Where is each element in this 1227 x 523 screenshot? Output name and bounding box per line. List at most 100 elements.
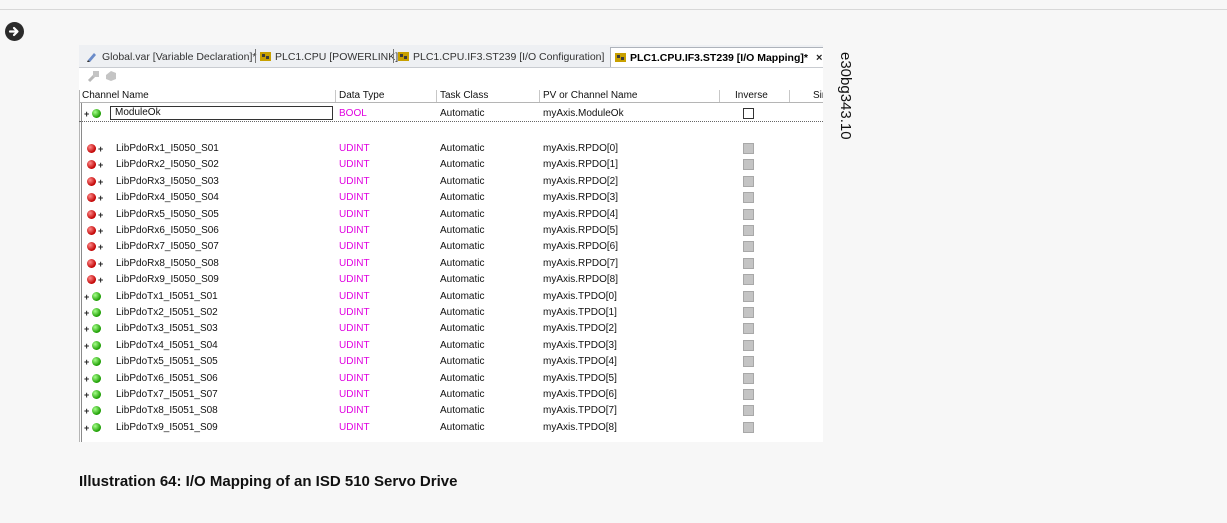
task-class-cell[interactable]: Automatic [440,143,484,154]
task-class-cell[interactable]: Automatic [440,209,484,220]
task-class-cell[interactable]: Automatic [440,323,484,334]
output-arrow-icon: + [84,357,90,368]
pv-cell[interactable]: myAxis.TPDO[6] [543,389,617,400]
output-led-icon [92,324,101,334]
pv-cell[interactable]: myAxis.TPDO[0] [543,291,617,302]
table-row[interactable]: + LibPdoRx4_I5050_S04 UDINT Automatic myAxis… [79,190,823,206]
pv-cell[interactable]: myAxis.TPDO[2] [543,323,617,334]
table-row[interactable]: + LibPdoRx3_I5050_S03 UDINT Automatic myAxis… [79,174,823,190]
inverse-checkbox[interactable] [743,108,754,119]
input-led-icon [87,242,96,252]
task-class-cell[interactable]: Automatic [440,389,484,400]
inverse-checkbox [743,225,754,236]
close-icon[interactable]: × [816,52,822,64]
table-row[interactable]: + LibPdoTx1_I5051_S01 UDINT Automatic myAxis… [79,289,823,305]
pv-cell[interactable]: myAxis.RPDO[1] [543,159,618,170]
pv-cell[interactable]: myAxis.RPDO[6] [543,241,618,252]
output-led-icon [92,308,101,317]
table-row-module-ok[interactable]: + ModuleOk BOOL Automatic myAxis.ModuleO… [79,106,823,122]
output-arrow-icon: + [84,291,90,302]
column-header-pv-or-channel-name[interactable]: PV or Channel Name [543,90,638,101]
pv-cell[interactable]: myAxis.RPDO[2] [543,176,618,187]
table-row[interactable]: + LibPdoRx8_I5050_S08 UDINT Automatic myAxis… [79,256,823,272]
tab-io-configuration[interactable]: PLC1.CPU.IF3.ST239 [I/O Configuration] [398,48,604,65]
pv-cell[interactable]: myAxis.TPDO[8] [543,422,617,433]
task-class-cell[interactable]: Automatic [440,159,484,170]
input-arrow-icon: + [98,144,104,154]
inverse-checkbox [743,307,754,318]
input-led-icon [87,144,96,153]
table-row[interactable]: + LibPdoRx1_I5050_S01 UDINT Automatic myAxis… [79,141,823,157]
figure-caption: Illustration 64: I/O Mapping of an ISD 5… [79,473,458,490]
task-class-cell[interactable]: Automatic [440,225,484,236]
table-row[interactable]: + LibPdoTx8_I5051_S08 UDINT Automatic myAxis… [79,403,823,419]
pv-cell[interactable]: myAxis.RPDO[3] [543,192,618,203]
pv-cell[interactable]: myAxis.TPDO[7] [543,405,617,416]
channel-name-cell: LibPdoTx6_I5051_S06 [116,372,218,384]
pv-cell[interactable]: myAxis.ModuleOk [543,108,624,119]
channel-name-cell: LibPdoTx9_I5051_S09 [116,421,218,433]
channel-name-edit-field[interactable]: ModuleOk [110,106,333,120]
table-row[interactable]: + LibPdoRx9_I5050_S09 UDINT Automatic myAxis… [79,272,823,288]
inverse-checkbox [743,389,754,400]
pv-cell[interactable]: myAxis.RPDO[7] [543,258,618,269]
column-header-task-class[interactable]: Task Class [440,90,488,101]
table-row[interactable]: + LibPdoTx9_I5051_S09 UDINT Automatic myAxis… [79,420,823,436]
pv-cell[interactable]: myAxis.RPDO[4] [543,209,618,220]
task-class-cell[interactable]: Automatic [440,241,484,252]
task-class-cell[interactable]: Automatic [440,192,484,203]
pv-cell[interactable]: myAxis.RPDO[5] [543,225,618,236]
column-header-simulate[interactable]: Sir [813,90,823,101]
input-led-icon [87,209,96,219]
tab-plc1-cpu-powerlink[interactable]: PLC1.CPU [POWERLINK] [260,48,398,65]
task-class-cell[interactable]: Automatic [440,422,484,433]
pv-cell[interactable]: myAxis.TPDO[4] [543,356,617,367]
pv-cell[interactable]: myAxis.RPDO[0] [543,143,618,154]
pv-cell[interactable]: myAxis.TPDO[1] [543,307,617,318]
pv-cell[interactable]: myAxis.TPDO[3] [543,340,617,351]
inverse-checkbox [743,143,754,154]
column-header-inverse[interactable]: Inverse [735,90,768,101]
table-row[interactable]: + LibPdoTx6_I5051_S06 UDINT Automatic myAxis… [79,371,823,387]
task-class-cell[interactable]: Automatic [440,258,484,269]
table-row[interactable]: + LibPdoTx2_I5051_S02 UDINT Automatic myAxis… [79,305,823,321]
task-class-cell[interactable]: Automatic [440,108,484,119]
data-type-cell: BOOL [339,108,367,119]
pv-cell[interactable]: myAxis.TPDO[5] [543,373,617,384]
task-class-cell[interactable]: Automatic [440,274,484,285]
table-header: Channel Name Data Type Task Class PV or … [79,90,823,103]
table-row[interactable]: + LibPdoRx7_I5050_S07 UDINT Automatic myAxis… [79,239,823,255]
pv-cell[interactable]: myAxis.RPDO[8] [543,274,618,285]
table-row[interactable]: + LibPdoTx3_I5051_S03 UDINT Automatic myAxis… [79,321,823,337]
channel-name-cell: LibPdoTx5_I5051_S05 [116,356,218,368]
channel-name-cell: LibPdoRx3_I5050_S03 [116,175,219,187]
column-header-channel-name[interactable]: Channel Name [82,90,149,101]
output-arrow-icon: + [84,308,90,318]
table-row[interactable]: + LibPdoTx5_I5051_S05 UDINT Automatic myAxis… [79,354,823,370]
task-class-cell[interactable]: Automatic [440,356,484,367]
task-class-cell[interactable]: Automatic [440,340,484,351]
module-icon[interactable] [104,69,118,83]
input-led-icon [87,160,96,170]
task-class-cell[interactable]: Automatic [440,176,484,187]
column-divider [719,90,720,102]
variable-file-icon [87,53,96,62]
task-class-cell[interactable]: Automatic [440,291,484,302]
inverse-checkbox [743,175,754,187]
output-arrow-icon: + [84,390,90,400]
table-row[interactable]: + LibPdoRx2_I5050_S02 UDINT Automatic myAxis… [79,157,823,173]
connect-icon[interactable] [87,69,101,83]
tab-global-var[interactable]: Global.var [Variable Declaration]* [87,48,256,65]
data-type-cell: UDINT [339,225,370,236]
output-led-icon [92,406,101,416]
task-class-cell[interactable]: Automatic [440,405,484,416]
table-row[interactable]: + LibPdoRx5_I5050_S05 UDINT Automatic myAxis… [79,207,823,223]
tab-io-mapping[interactable]: PLC1.CPU.IF3.ST239 [I/O Mapping]* × [610,47,823,67]
input-arrow-icon: + [98,193,104,204]
table-row[interactable]: + LibPdoTx7_I5051_S07 UDINT Automatic myAxis… [79,387,823,403]
table-row[interactable]: + LibPdoRx6_I5050_S06 UDINT Automatic myAxis… [79,223,823,239]
column-header-data-type[interactable]: Data Type [339,90,384,101]
task-class-cell[interactable]: Automatic [440,373,484,384]
table-row[interactable]: + LibPdoTx4_I5051_S04 UDINT Automatic myAxis… [79,338,823,354]
task-class-cell[interactable]: Automatic [440,307,484,318]
